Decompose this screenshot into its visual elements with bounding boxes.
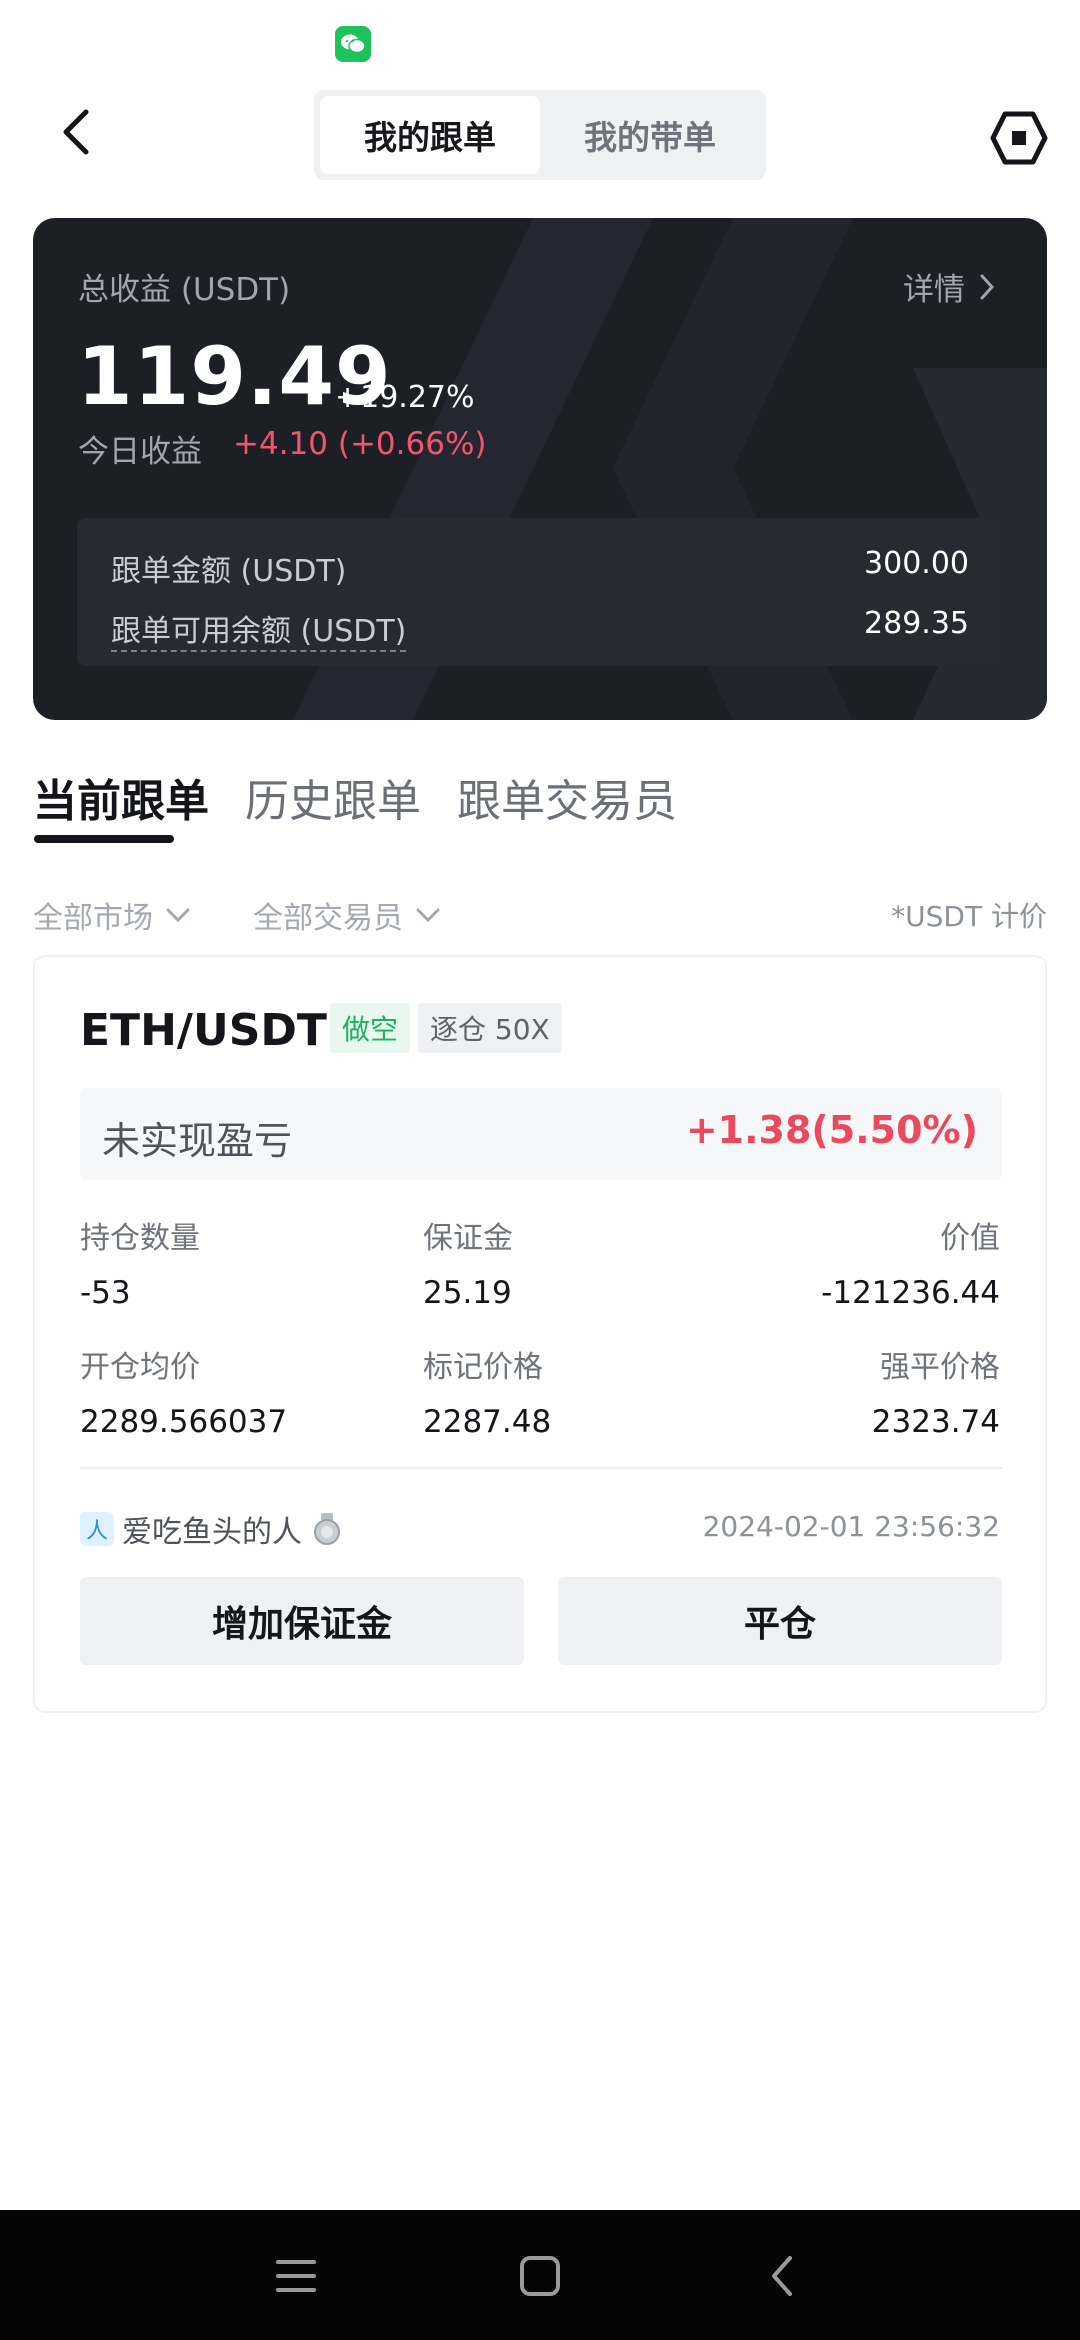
chevron-down-icon <box>416 908 440 923</box>
back-nav-icon[interactable] <box>754 2246 814 2306</box>
side-badge: 做空 <box>330 1003 411 1053</box>
trading-pair: ETH/USDT <box>80 1005 327 1056</box>
chevron-down-icon <box>166 908 190 923</box>
copy-amount-box: 跟单金额 (USDT) 300.00 跟单可用余额 (USDT) 289.35 <box>77 518 1003 666</box>
trader-name: 爱吃鱼头的人 <box>122 1515 302 1550</box>
back-button[interactable] <box>48 102 108 162</box>
status-bar <box>0 0 1080 80</box>
system-nav-bar <box>0 2210 1080 2340</box>
today-earnings-value: +4.10 (+0.66%) <box>233 426 487 462</box>
margin-value: 25.19 <box>423 1275 512 1311</box>
hexagon-icon <box>990 111 1048 165</box>
total-earnings-percent: +19.27% <box>335 380 475 415</box>
position-card: ETH/USDT 做空 逐仓 50X 未实现盈亏 +1.38(5.50%) 持仓… <box>33 955 1047 1713</box>
tab-traders[interactable]: 跟单交易员 <box>457 765 677 843</box>
copy-amount-label: 跟单金额 (USDT) <box>111 554 347 589</box>
add-margin-button[interactable]: 增加保证金 <box>80 1577 524 1665</box>
position-value-value: -121236.44 <box>821 1275 1000 1311</box>
trader-filter[interactable]: 全部交易员 <box>253 893 441 937</box>
segment-my-copy[interactable]: 我的跟单 <box>320 96 540 174</box>
tab-history[interactable]: 历史跟单 <box>245 765 421 843</box>
tab-current[interactable]: 当前跟单 <box>33 765 209 843</box>
segment-my-lead[interactable]: 我的带单 <box>540 96 760 174</box>
unrealized-pnl-label: 未实现盈亏 <box>102 1119 293 1163</box>
today-earnings-label: 今日收益 <box>78 434 202 470</box>
liquidation-price-value: 2323.74 <box>871 1404 1000 1440</box>
position-value-label: 价值 <box>940 1221 1000 1256</box>
total-earnings-label: 总收益 (USDT) <box>78 272 291 308</box>
card-divider <box>80 1467 1002 1469</box>
position-size-label: 持仓数量 <box>80 1221 200 1256</box>
usdt-pricing-note: *USDT 计价 <box>891 900 1047 933</box>
market-filter-label: 全部市场 <box>33 901 153 936</box>
position-value: 价值 -121236.44 <box>821 1213 1000 1311</box>
margin: 保证金 25.19 <box>423 1213 513 1311</box>
position-size: 持仓数量 -53 <box>80 1213 200 1311</box>
leverage-badge: 逐仓 50X <box>418 1003 562 1053</box>
entry-price-label: 开仓均价 <box>80 1350 200 1385</box>
settings-button[interactable] <box>990 110 1048 166</box>
wechat-icon <box>335 26 371 62</box>
top-nav: 我的跟单 我的带单 <box>0 80 1080 190</box>
trader-info[interactable]: 人 爱吃鱼头的人 <box>80 1507 344 1551</box>
home-icon[interactable] <box>510 2246 570 2306</box>
chevron-right-icon <box>980 274 995 299</box>
available-balance-row: 跟单可用余额 (USDT) 289.35 <box>111 606 969 652</box>
available-balance-value: 289.35 <box>864 606 969 641</box>
open-time: 2024-02-01 23:56:32 <box>702 1510 1000 1543</box>
entry-price-value: 2289.566037 <box>80 1404 288 1440</box>
close-position-button[interactable]: 平仓 <box>558 1577 1002 1665</box>
mark-price: 标记价格 2287.48 <box>423 1342 551 1440</box>
details-label: 详情 <box>903 272 965 308</box>
mark-price-value: 2287.48 <box>423 1404 552 1440</box>
margin-label: 保证金 <box>423 1221 513 1256</box>
liquidation-price: 强平价格 2323.74 <box>872 1342 1000 1440</box>
position-size-value: -53 <box>80 1275 131 1311</box>
filter-row: 全部市场 全部交易员 *USDT 计价 <box>33 893 1047 936</box>
copy-tabs: 当前跟单 历史跟单 跟单交易员 <box>33 765 677 843</box>
active-tab-indicator <box>34 835 174 843</box>
copy-amount-value: 300.00 <box>864 546 969 581</box>
menu-icon[interactable] <box>266 2246 326 2306</box>
unrealized-pnl-value: +1.38(5.50%) <box>685 1108 978 1152</box>
liquidation-price-label: 强平价格 <box>880 1350 1000 1385</box>
mark-price-label: 标记价格 <box>423 1350 543 1385</box>
segment-control: 我的跟单 我的带单 <box>314 90 766 180</box>
unrealized-pnl-box: 未实现盈亏 +1.38(5.50%) <box>80 1088 1002 1180</box>
trader-avatar: 人 <box>80 1512 114 1546</box>
medal-icon <box>314 1513 340 1545</box>
back-icon <box>63 109 89 155</box>
available-balance-label[interactable]: 跟单可用余额 (USDT) <box>111 606 407 652</box>
copy-amount-row: 跟单金额 (USDT) 300.00 <box>111 546 969 590</box>
market-filter[interactable]: 全部市场 <box>33 893 191 937</box>
trader-filter-label: 全部交易员 <box>253 901 403 936</box>
earnings-summary-card: 总收益 (USDT) 详情 119.49 +19.27% 今日收益 +4.10 … <box>33 218 1047 720</box>
details-link[interactable]: 详情 <box>903 264 997 309</box>
entry-price: 开仓均价 2289.566037 <box>80 1342 287 1440</box>
